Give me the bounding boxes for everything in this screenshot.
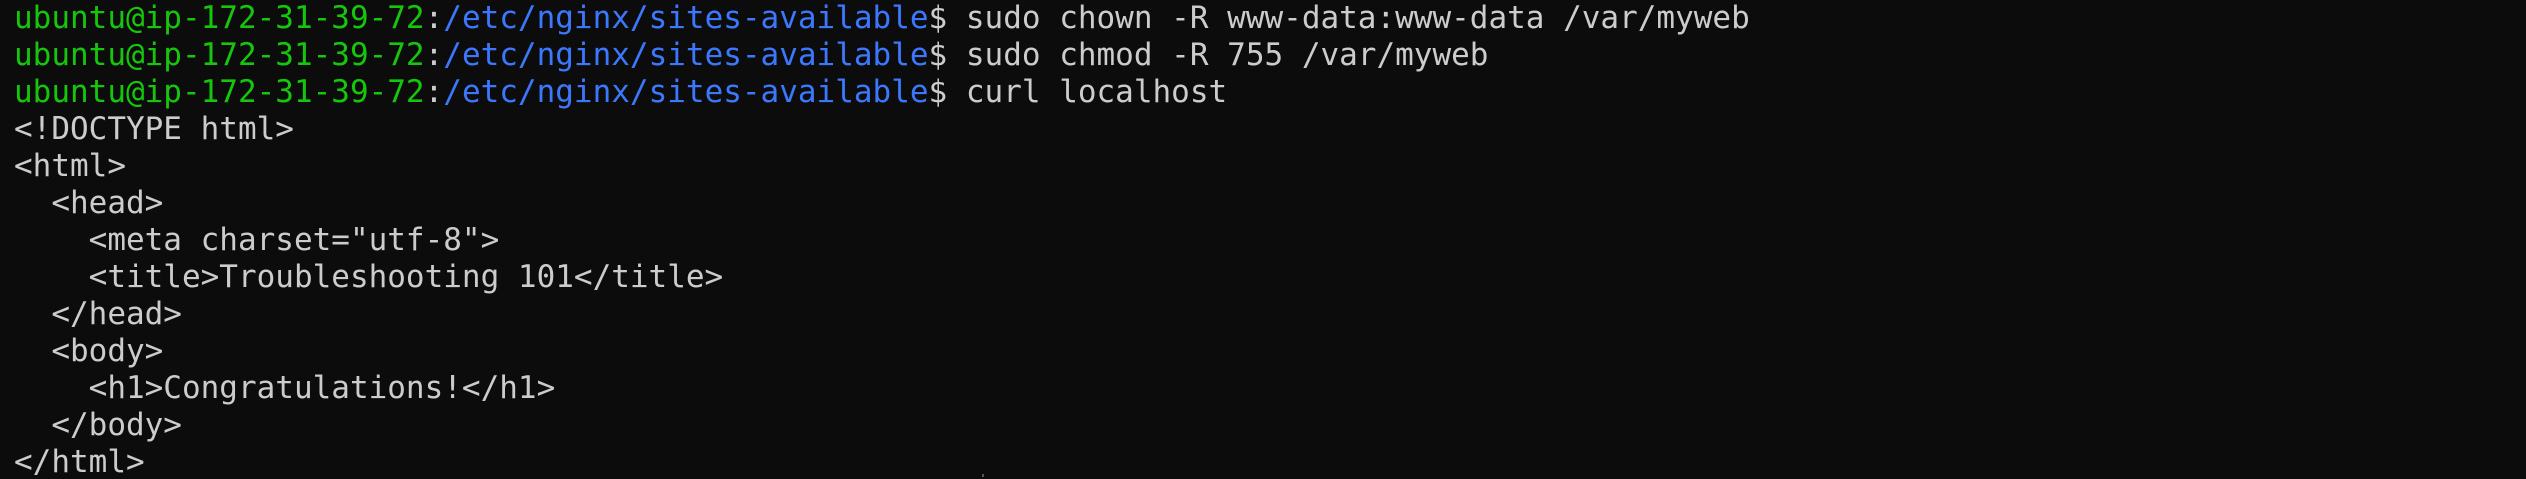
prompt-symbol: $: [928, 74, 966, 110]
text-cursor: [982, 474, 984, 477]
prompt-symbol: $: [928, 37, 966, 73]
prompt-user-host: ubuntu@ip-172-31-39-72: [14, 37, 425, 73]
terminal-window[interactable]: ubuntu@ip-172-31-39-72:/etc/nginx/sites-…: [0, 0, 2526, 479]
output-line: </html>: [14, 444, 145, 479]
prompt-symbol: $: [928, 0, 966, 36]
prompt-user-host: ubuntu@ip-172-31-39-72: [14, 74, 425, 110]
prompt-separator: :: [424, 37, 444, 73]
output-line: <meta charset="utf-8">: [14, 222, 500, 258]
output-line: <h1>Congratulations!</h1>: [14, 370, 556, 406]
prompt-cwd: /etc/nginx/sites-available: [443, 0, 929, 36]
output-line: <body>: [14, 333, 164, 369]
prompt-line-2: ubuntu@ip-172-31-39-72:/etc/nginx/sites-…: [14, 37, 2526, 74]
prompt-line-3: ubuntu@ip-172-31-39-72:/etc/nginx/sites-…: [14, 74, 2526, 111]
prompt-line-1: ubuntu@ip-172-31-39-72:/etc/nginx/sites-…: [14, 0, 2526, 37]
command-chmod: sudo chmod -R 755 /var/myweb: [965, 37, 1489, 73]
command-chown: sudo chown -R www-data:www-data /var/myw…: [965, 0, 1750, 36]
output-line: <html>: [14, 148, 126, 184]
prompt-cwd: /etc/nginx/sites-available: [443, 37, 929, 73]
output-line: <head>: [14, 185, 164, 221]
output-line: </body>: [14, 407, 182, 443]
prompt-separator: :: [424, 74, 444, 110]
output-line: <!DOCTYPE html>: [14, 111, 294, 147]
command-curl: curl localhost: [965, 74, 1228, 110]
prompt-user-host: ubuntu@ip-172-31-39-72: [14, 0, 425, 36]
output-line: </head>: [14, 296, 182, 332]
prompt-cwd: /etc/nginx/sites-available: [443, 74, 929, 110]
prompt-separator: :: [424, 0, 444, 36]
output-line: <title>Troubleshooting 101</title>: [14, 259, 724, 295]
